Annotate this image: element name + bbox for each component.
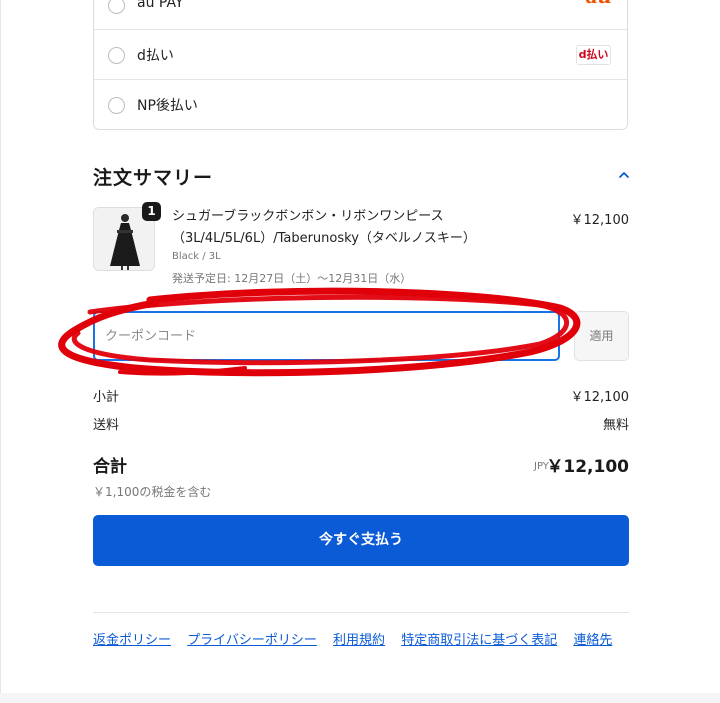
subtotal-label: 小計 [93,390,120,405]
radio-np-atobarai[interactable] [108,97,125,114]
product-price: ￥12,100 [570,213,630,228]
terms-of-service-link[interactable]: 利用規約 [333,633,385,648]
payment-label-d-barai: d払い [137,48,174,64]
product-variant: Black / 3L [172,251,221,262]
subtotal-value: ￥12,100 [570,390,630,405]
shipping-value: 無料 [602,418,629,433]
shipping-label: 送料 [93,418,120,433]
payment-methods-list: au PAY au d払い d払い NP後払い [93,0,628,130]
payment-option-np-atobarai[interactable]: NP後払い [94,80,627,130]
total-value: ￥12,100 [546,457,629,477]
quantity-badge: 1 [142,202,161,221]
tax-note: ￥1,100の税金を含む [93,485,212,499]
coupon-code-input[interactable] [93,311,560,361]
page-edge-divider [0,0,1,703]
order-summary-title: 注文サマリー [93,167,214,189]
payment-label-au-pay: au PAY [137,0,184,11]
au-pay-logo: au [586,0,612,8]
payment-option-au-pay[interactable]: au PAY au [94,0,627,30]
bottom-band [0,693,720,703]
radio-d-barai[interactable] [108,47,125,64]
total-label: 合計 [93,457,127,477]
delivery-estimate: 発送予定日: 12月27日（土）〜12月31日（水） [172,272,412,285]
legal-notice-link[interactable]: 特定商取引法に基づく表記 [401,633,557,648]
apply-coupon-button[interactable]: 適用 [574,311,629,361]
refund-policy-link[interactable]: 返金ポリシー [93,633,171,648]
d-barai-logo: d払い [576,45,611,65]
chevron-up-icon[interactable] [618,170,630,180]
footer-links: 返金ポリシー プライバシーポリシー 利用規約 特定商取引法に基づく表記 連絡先 [93,627,629,654]
radio-au-pay[interactable] [108,0,125,14]
product-name: シュガーブラックボンボン・リボンワンピース（3L/4L/5L/6L）/Taber… [172,209,476,246]
payment-option-d-barai[interactable]: d払い d払い [94,30,627,80]
privacy-policy-link[interactable]: プライバシーポリシー [187,633,317,648]
payment-label-np-atobarai: NP後払い [137,98,198,114]
contact-link[interactable]: 連絡先 [573,633,612,648]
pay-now-button[interactable]: 今すぐ支払う [93,515,629,566]
footer-divider [93,612,629,613]
